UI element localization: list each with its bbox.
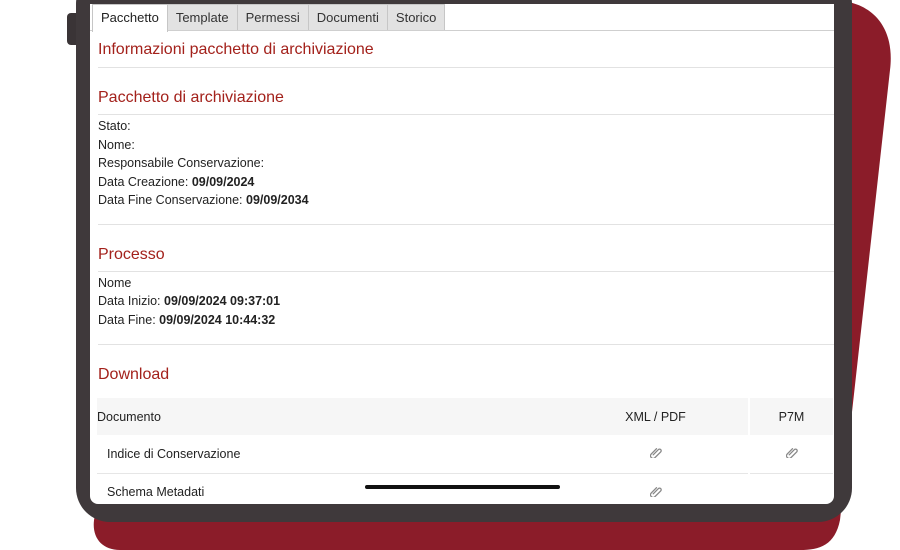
tablet-screen: Pacchetto Template Permessi Documenti St… [90, 4, 834, 504]
page-title: Informazioni pacchetto di archiviazione [98, 41, 374, 58]
data-fine-value: 09/09/2024 10:44:32 [159, 312, 276, 327]
paperclip-icon[interactable] [785, 446, 798, 460]
paperclip-icon[interactable] [649, 446, 662, 460]
field-stato: Stato: [98, 119, 131, 133]
process-fields: Nome Data Inizio: 09/09/2024 09:37:01 Da… [98, 272, 834, 330]
field-responsabile: Responsabile Conservazione: [98, 156, 265, 170]
paperclip-icon[interactable] [649, 485, 662, 498]
column-header-xml-pdf: XML / PDF [563, 398, 749, 435]
field-process-nome: Nome [98, 275, 132, 290]
field-data-creazione: Data Creazione: 09/09/2024 [98, 174, 255, 189]
data-creazione-value: 09/09/2024 [191, 174, 255, 189]
tab-template[interactable]: Template [167, 4, 238, 30]
package-fields: Stato: Nome: Responsabile Conservazione:… [98, 115, 834, 210]
tab-permessi[interactable]: Permessi [237, 4, 309, 30]
table-row: Indice di Conservazione [97, 435, 833, 474]
field-data-inizio: Data Inizio: 09/09/2024 09:37:01 [98, 294, 281, 308]
content-area: Informazioni pacchetto di archiviazione … [90, 41, 834, 504]
divider [98, 67, 834, 68]
tab-bar: Pacchetto Template Permessi Documenti St… [90, 4, 834, 32]
process-section-title: Processo [98, 245, 165, 263]
tab-documenti[interactable]: Documenti [308, 4, 388, 30]
document-name: Indice di Conservazione [97, 435, 563, 474]
download-section-title: Download [98, 366, 170, 383]
home-indicator [365, 485, 560, 489]
data-fine-conservazione-value: 09/09/2034 [246, 193, 309, 207]
tab-pacchetto[interactable]: Pacchetto [92, 4, 168, 32]
tab-storico[interactable]: Storico [387, 4, 446, 30]
field-nome: Nome: [98, 137, 135, 152]
divider [98, 344, 834, 345]
column-header-documento: Documento [97, 398, 563, 435]
column-header-p7m: P7M [748, 398, 833, 435]
divider [98, 223, 834, 225]
field-data-fine-conservazione: Data Fine Conservazione: 09/09/2034 [98, 193, 309, 207]
package-section-title: Pacchetto di archiviazione [98, 89, 284, 106]
data-inizio-value: 09/09/2024 09:37:01 [164, 294, 281, 308]
field-data-fine: Data Fine: 09/09/2024 10:44:32 [98, 312, 276, 327]
